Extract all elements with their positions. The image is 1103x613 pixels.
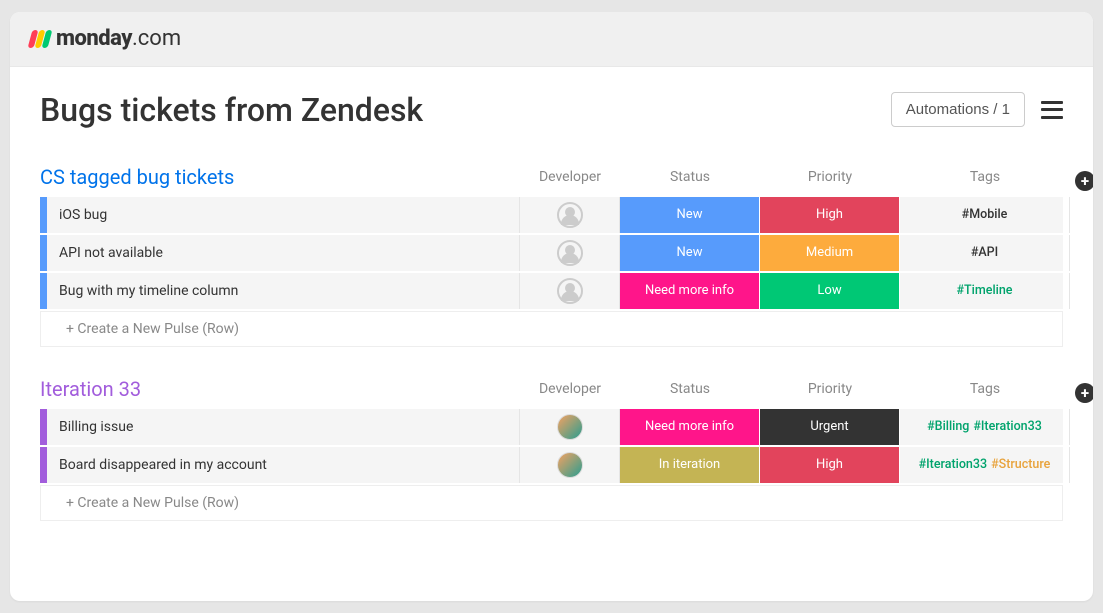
cell-tags[interactable]: #Mobile	[900, 197, 1070, 233]
plus-icon: +	[1075, 383, 1093, 403]
top-bar: monday.com	[10, 12, 1093, 67]
cell-tags[interactable]: #Timeline	[900, 273, 1070, 309]
logo-mark-icon	[30, 30, 50, 48]
cell-developer[interactable]	[520, 273, 620, 309]
new-pulse-label: + Create a New Pulse (Row)	[48, 495, 239, 511]
row-name[interactable]: Billing issue	[47, 409, 520, 445]
cell-tags[interactable]: #Iteration33 #Structure	[900, 447, 1070, 483]
cell-tags[interactable]: #Billing #Iteration33	[900, 409, 1070, 445]
tag[interactable]: #Timeline	[957, 283, 1013, 298]
group-header: CS tagged bug ticketsDeveloperStatusPrio…	[40, 165, 1063, 197]
group-title[interactable]: Iteration 33	[40, 377, 520, 409]
column-header-priority[interactable]: Priority	[760, 381, 900, 405]
tag[interactable]: #Structure	[991, 457, 1050, 472]
add-column-button[interactable]: +	[1070, 171, 1093, 191]
row-name[interactable]: Board disappeared in my account	[47, 447, 520, 483]
cell-trail	[1070, 197, 1093, 233]
cell-priority[interactable]: High	[760, 197, 900, 233]
avatar-empty-icon	[557, 278, 583, 304]
menu-icon[interactable]	[1041, 101, 1063, 119]
group: Iteration 33DeveloperStatusPriorityTags+…	[40, 377, 1063, 521]
table-row[interactable]: Board disappeared in my account In iterat…	[40, 447, 1063, 483]
brand-name-light: .com	[132, 26, 181, 51]
row-accent	[40, 197, 47, 233]
avatar	[557, 452, 583, 478]
column-header-tags[interactable]: Tags	[900, 169, 1070, 193]
column-header-developer[interactable]: Developer	[520, 381, 620, 405]
avatar	[557, 414, 583, 440]
column-header-status[interactable]: Status	[620, 169, 760, 193]
row-accent	[40, 273, 47, 309]
cell-trail	[1070, 273, 1093, 309]
column-header-developer[interactable]: Developer	[520, 169, 620, 193]
brand-name-bold: monday	[56, 26, 132, 51]
add-column-button[interactable]: +	[1070, 383, 1093, 403]
group-title[interactable]: CS tagged bug tickets	[40, 165, 520, 197]
row-accent	[40, 409, 47, 445]
cell-status[interactable]: Need more info	[620, 409, 760, 445]
cell-status[interactable]: In iteration	[620, 447, 760, 483]
table-row[interactable]: Billing issue Need more infoUrgent #Billin…	[40, 409, 1063, 445]
new-pulse-row[interactable]: + Create a New Pulse (Row)	[40, 311, 1063, 347]
tag[interactable]: #Iteration33	[973, 419, 1041, 434]
cell-developer[interactable]	[520, 447, 620, 483]
page-title: Bugs tickets from Zendesk	[40, 91, 423, 129]
table-row[interactable]: Bug with my timeline column Need more inf…	[40, 273, 1063, 309]
column-header-priority[interactable]: Priority	[760, 169, 900, 193]
tag[interactable]: #Mobile	[962, 207, 1008, 222]
automations-button[interactable]: Automations / 1	[891, 92, 1025, 127]
cell-status[interactable]: New	[620, 235, 760, 271]
tag[interactable]: #Billing	[927, 419, 969, 434]
brand-logo: monday.com	[30, 26, 181, 51]
cell-priority[interactable]: Urgent	[760, 409, 900, 445]
row-accent	[40, 447, 47, 483]
avatar-empty-icon	[557, 202, 583, 228]
row-name[interactable]: Bug with my timeline column	[47, 273, 520, 309]
cell-developer[interactable]	[520, 409, 620, 445]
table-row[interactable]: iOS bug NewHigh #Mobile	[40, 197, 1063, 233]
table-row[interactable]: API not available NewMedium #API	[40, 235, 1063, 271]
plus-icon: +	[1075, 171, 1093, 191]
tag[interactable]: #API	[971, 245, 998, 260]
column-header-tags[interactable]: Tags	[900, 381, 1070, 405]
cell-priority[interactable]: High	[760, 447, 900, 483]
cell-status[interactable]: New	[620, 197, 760, 233]
cell-trail	[1070, 235, 1093, 271]
group: CS tagged bug ticketsDeveloperStatusPrio…	[40, 165, 1063, 347]
row-accent	[40, 235, 47, 271]
column-header-status[interactable]: Status	[620, 381, 760, 405]
cell-trail	[1070, 447, 1093, 483]
cell-developer[interactable]	[520, 235, 620, 271]
row-name[interactable]: iOS bug	[47, 197, 520, 233]
cell-priority[interactable]: Low	[760, 273, 900, 309]
avatar-empty-icon	[557, 240, 583, 266]
tag[interactable]: #Iteration33	[919, 457, 987, 472]
new-pulse-row[interactable]: + Create a New Pulse (Row)	[40, 485, 1063, 521]
cell-status[interactable]: Need more info	[620, 273, 760, 309]
cell-tags[interactable]: #API	[900, 235, 1070, 271]
new-pulse-label: + Create a New Pulse (Row)	[48, 321, 239, 337]
row-name[interactable]: API not available	[47, 235, 520, 271]
group-header: Iteration 33DeveloperStatusPriorityTags+	[40, 377, 1063, 409]
cell-trail	[1070, 409, 1093, 445]
cell-developer[interactable]	[520, 197, 620, 233]
cell-priority[interactable]: Medium	[760, 235, 900, 271]
